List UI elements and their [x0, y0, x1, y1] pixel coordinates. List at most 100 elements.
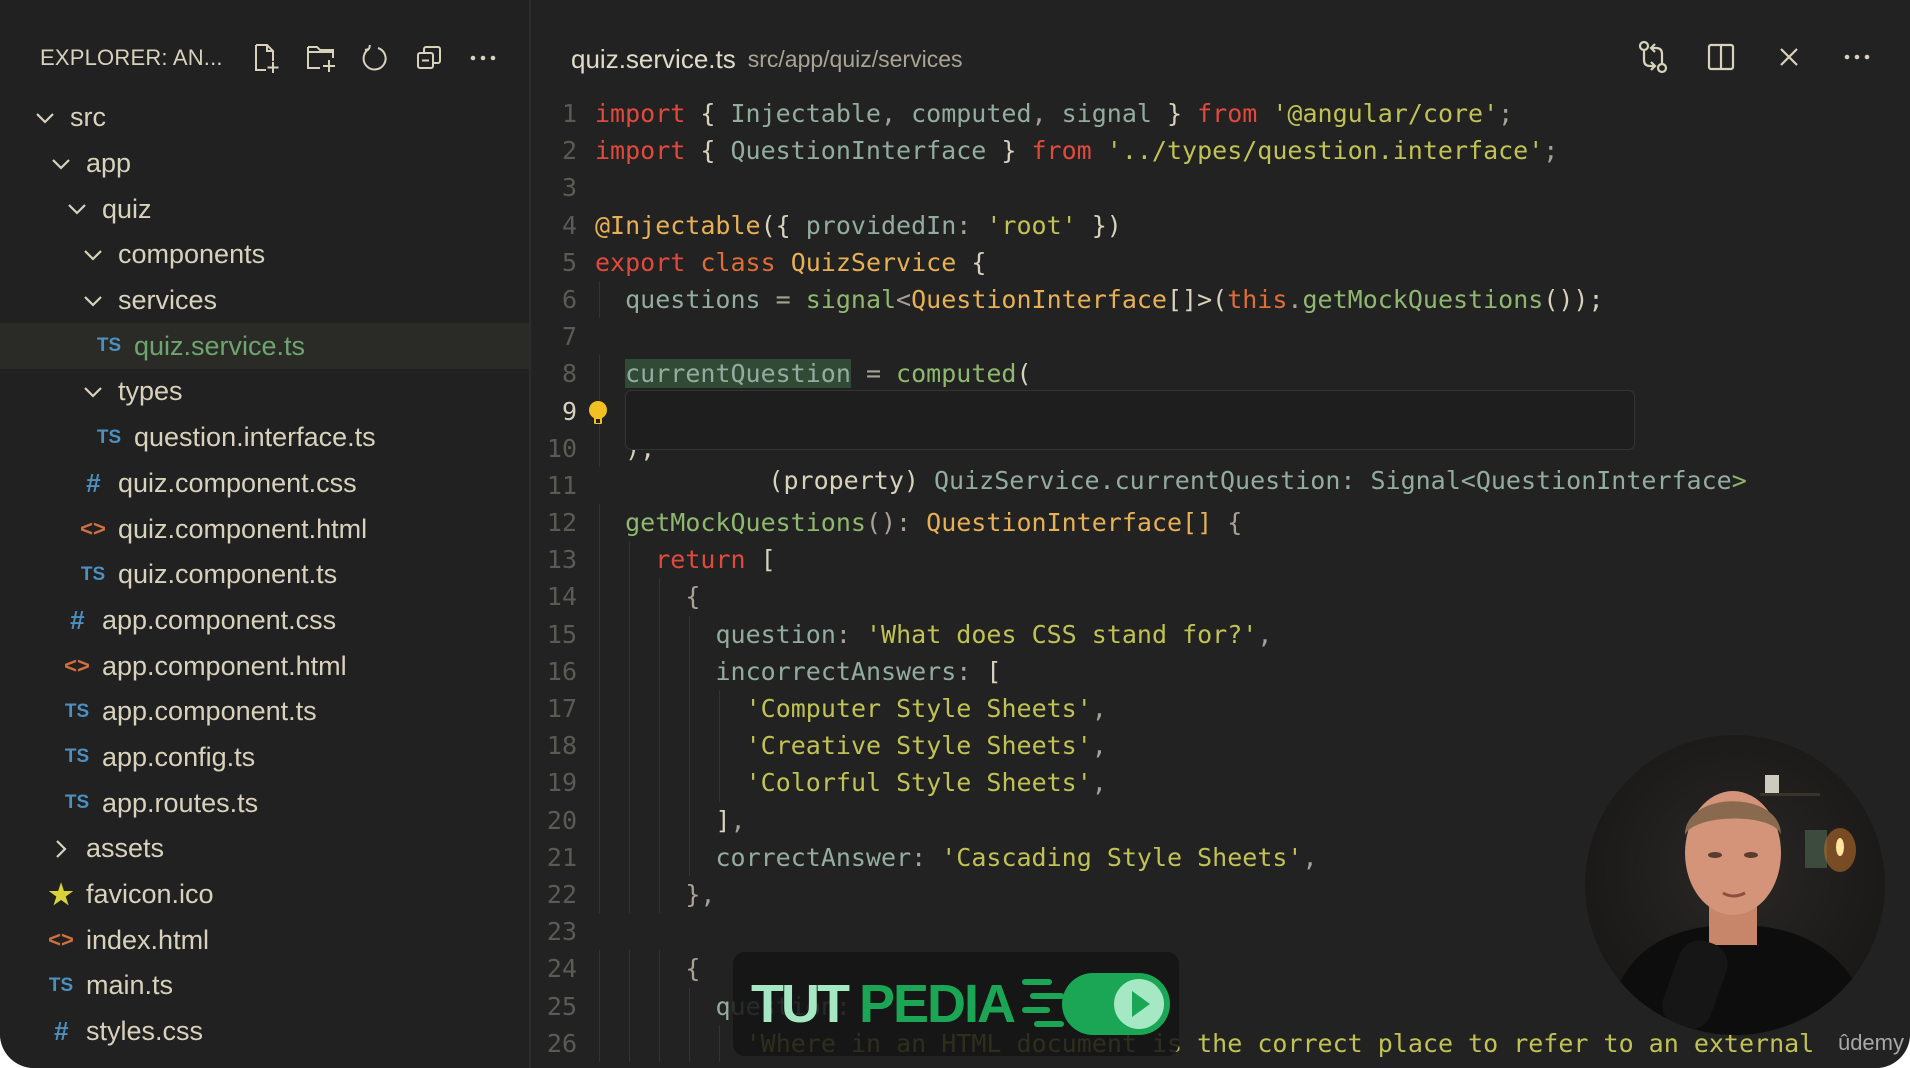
line-number: 10	[546, 433, 577, 463]
code-token: from	[1197, 99, 1258, 128]
code-line[interactable]: 6 questions = signal<QuestionInterface[]>…	[531, 280, 1910, 319]
typescript-file-icon: TS	[80, 563, 106, 585]
tree-file-quiz-component-html[interactable]: <> quiz.component.html	[0, 506, 529, 552]
tree-file-app-component-html[interactable]: <> app.component.html	[0, 643, 529, 689]
indent-guide	[659, 615, 661, 653]
code-token: ({	[760, 210, 806, 240]
code-line[interactable]: 2 import { QuestionInterface } from '../t…	[531, 132, 1910, 169]
git-compare-icon[interactable]	[1636, 40, 1670, 74]
new-folder-icon[interactable]	[305, 42, 337, 74]
new-file-icon[interactable]	[251, 42, 283, 74]
tree-item-label: components	[118, 239, 266, 270]
tree-folder-assets[interactable]: assets	[0, 826, 529, 872]
tree-item-label: src	[70, 102, 106, 133]
chevron-down-icon[interactable]	[66, 198, 88, 220]
code-token: questions	[625, 284, 761, 314]
code-text: currentQuestion = computed(	[625, 355, 1032, 392]
code-line[interactable]: 4 @Injectable({ providedIn: 'root' })	[531, 207, 1910, 244]
code-text: },	[685, 876, 715, 913]
tree-file-app-component-ts[interactable]: TS app.component.ts	[0, 689, 529, 735]
collapse-all-icon[interactable]	[413, 42, 445, 74]
tree-file-question-interface-ts[interactable]: TS question.interface.ts	[0, 415, 529, 461]
code-line[interactable]: 16 incorrectAnswers: [	[531, 652, 1910, 690]
code-line[interactable]: 14 {	[531, 578, 1910, 616]
tree-folder-components[interactable]: components	[0, 232, 529, 278]
code-line[interactable]: 5 export class QuizService {	[531, 244, 1910, 281]
code-text: 'Computer Style Sheets',	[746, 690, 1107, 727]
tree-folder-types[interactable]: types	[0, 369, 529, 415]
code-line[interactable]: 1 import { Injectable, computed, signal }…	[531, 95, 1910, 132]
chevron-down-icon[interactable]	[82, 290, 104, 312]
indent-guide	[659, 801, 661, 839]
chevron-down-icon[interactable]	[34, 107, 56, 129]
indent-guide	[629, 950, 631, 988]
code-token: 'Computer Style Sheets'	[745, 694, 1092, 723]
chevron-down-icon[interactable]	[50, 153, 72, 175]
line-number: 1	[561, 99, 577, 128]
tree-file-favicon-ico[interactable]: ★ favicon.ico	[0, 872, 529, 918]
tree-file-app-component-css[interactable]: # app.component.css	[0, 598, 529, 644]
watermark-pedia: PEDIA	[858, 974, 1016, 1034]
code-line[interactable]: 8 currentQuestion = computed(	[531, 355, 1910, 393]
tree-file-styles-css[interactable]: # styles.css	[0, 1009, 529, 1055]
active-file-name[interactable]: quiz.service.ts	[571, 44, 736, 75]
indent-guide	[629, 987, 631, 1025]
code-token: (	[1212, 284, 1228, 314]
more-icon[interactable]	[1840, 40, 1874, 74]
tree-item-label: quiz.component.css	[118, 467, 357, 498]
explorer-title: EXPLORER: AN...	[40, 45, 223, 70]
code-line[interactable]: 3	[531, 169, 1910, 206]
code-token: {	[685, 582, 701, 612]
code-line[interactable]: 15 question: 'What does CSS stand for?',	[531, 615, 1910, 653]
tree-item-label: quiz.component.html	[118, 513, 368, 544]
css-file-icon: #	[85, 467, 101, 498]
more-icon[interactable]	[467, 42, 499, 74]
code-token: ,	[880, 99, 912, 128]
chevron-down-icon[interactable]	[82, 244, 104, 266]
tree-file-quiz-service-ts[interactable]: TS quiz.service.ts	[0, 323, 529, 370]
code-token: []>	[1166, 284, 1213, 314]
code-token: {	[1212, 508, 1243, 538]
code-token: signal	[805, 284, 897, 314]
code-token: QuestionInterface	[911, 284, 1167, 314]
tree-file-quiz-component-css[interactable]: # quiz.component.css	[0, 461, 529, 507]
indent-guide	[599, 615, 600, 653]
tree-item-label: services	[118, 285, 218, 316]
tree-file-quiz-component-ts[interactable]: TS quiz.component.ts	[0, 552, 529, 598]
tree-item-label: app.config.ts	[102, 741, 256, 772]
code-token: ()	[1543, 284, 1574, 314]
close-icon[interactable]	[1772, 40, 1806, 74]
presenter-webcam	[1585, 735, 1885, 1035]
code-text: 'Creative Style Sheets',	[746, 727, 1107, 764]
code-token: );	[1573, 284, 1604, 314]
tree-file-app-config-ts[interactable]: TS app.config.ts	[0, 735, 529, 781]
tree-item-label: index.html	[86, 924, 210, 955]
tree-file-index-html[interactable]: <> index.html	[0, 917, 529, 963]
lightbulb-icon[interactable]	[587, 399, 609, 425]
tree-folder-src[interactable]: src	[0, 95, 529, 141]
chevron-right-icon[interactable]	[50, 838, 72, 860]
typescript-file-icon: TS	[96, 335, 122, 357]
indent-guide	[659, 652, 661, 690]
code-line[interactable]: 7	[531, 318, 1910, 355]
indent-guide	[599, 578, 600, 616]
tree-file-main-ts[interactable]: TS main.ts	[0, 963, 529, 1009]
code-token: {	[685, 954, 701, 984]
tree-file-app-routes-ts[interactable]: TS app.routes.ts	[0, 780, 529, 826]
tree-item-label: quiz	[102, 193, 152, 224]
tree-folder-services[interactable]: services	[0, 278, 529, 324]
indent-guide	[659, 764, 661, 802]
refresh-icon[interactable]	[359, 42, 391, 74]
split-editor-icon[interactable]	[1704, 40, 1738, 74]
code-token: computed	[896, 359, 1017, 389]
tree-folder-quiz[interactable]: quiz	[0, 186, 529, 232]
code-text: question: 'What does CSS stand for?',	[715, 616, 1272, 653]
tree-item-label: app.component.css	[102, 604, 337, 635]
code-token: :	[835, 619, 866, 649]
tree-folder-app[interactable]: app	[0, 141, 529, 187]
chevron-down-icon[interactable]	[82, 381, 104, 403]
code-token: providedIn	[805, 210, 957, 240]
code-line[interactable]: 17 'Computer Style Sheets',	[531, 690, 1910, 728]
